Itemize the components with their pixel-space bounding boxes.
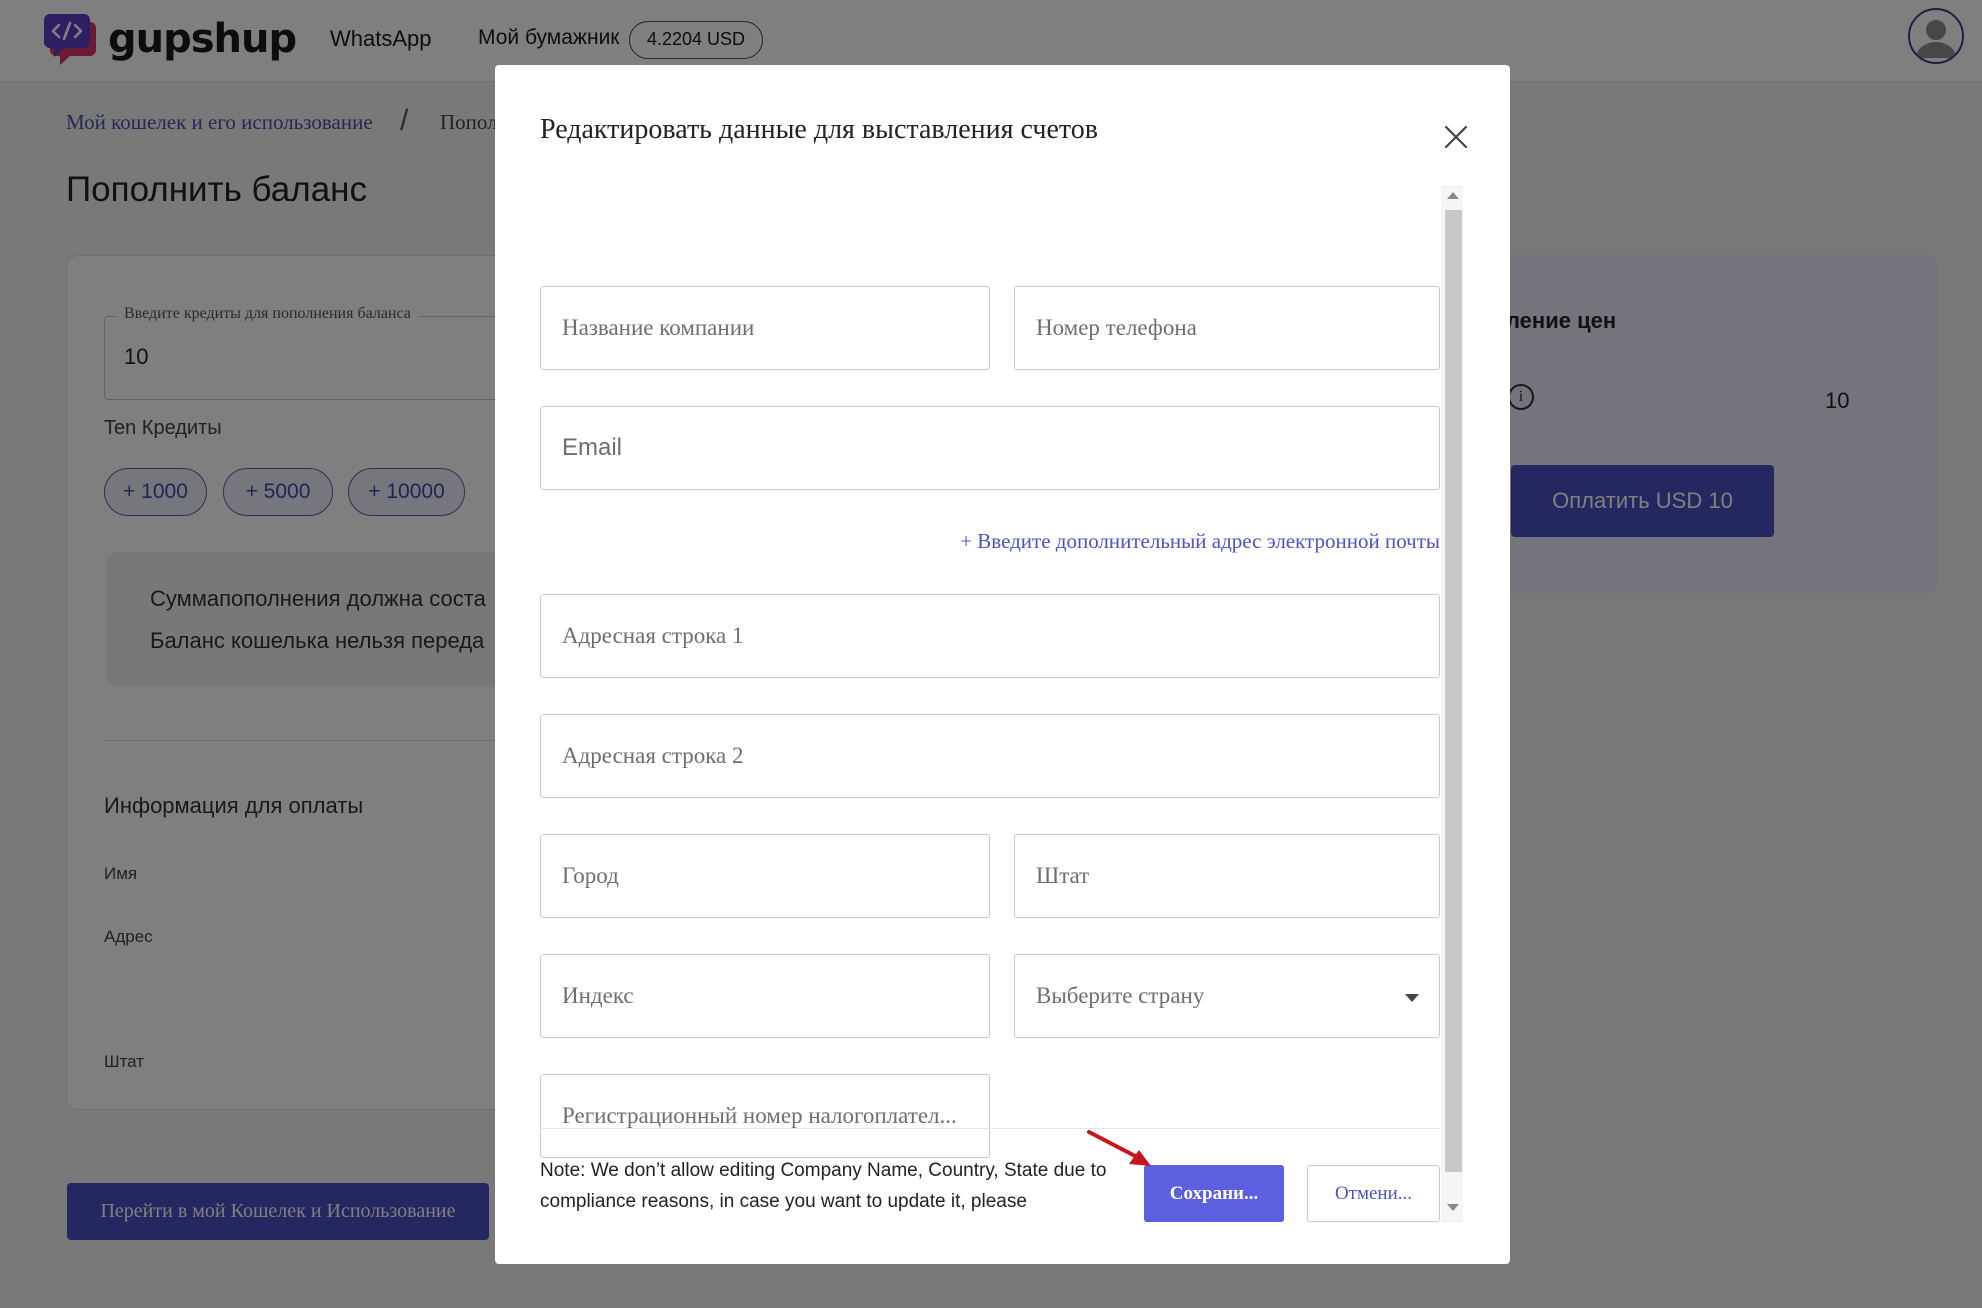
address-line-2-placeholder: Адресная строка 2 <box>562 743 744 768</box>
close-icon <box>1444 125 1468 149</box>
email-placeholder: Email <box>562 434 623 461</box>
city-input[interactable]: Город <box>540 834 990 918</box>
email-input[interactable]: Email <box>540 406 1440 490</box>
scroll-up-arrow-icon[interactable] <box>1447 192 1459 199</box>
address-line-1-placeholder: Адресная строка 1 <box>562 623 744 648</box>
company-name-placeholder: Название компании <box>562 315 755 340</box>
state-placeholder: Штат <box>1036 863 1090 888</box>
company-name-input[interactable]: Название компании <box>540 286 990 370</box>
close-button[interactable] <box>1436 117 1476 157</box>
zip-input[interactable]: Индекс <box>540 954 990 1038</box>
annotation-arrow-icon <box>1085 1128 1155 1173</box>
add-secondary-email-link[interactable]: + Введите дополнительный адрес электронн… <box>960 529 1440 554</box>
zip-placeholder: Индекс <box>562 983 634 1008</box>
compliance-note: Note: We don’t allow editing Company Nam… <box>540 1160 1107 1212</box>
country-select[interactable]: Выберите страну <box>1014 954 1440 1038</box>
address-line-1-input[interactable]: Адресная строка 1 <box>540 594 1440 678</box>
scroll-down-arrow-icon[interactable] <box>1447 1204 1459 1211</box>
city-placeholder: Город <box>562 863 619 888</box>
modal-form: Название компании Номер телефона Email +… <box>540 185 1466 1223</box>
modal-title: Редактировать данные для выставления сче… <box>540 114 1098 145</box>
tax-id-placeholder: Регистрационный номер налогоплател... <box>562 1103 957 1128</box>
dropdown-caret-icon <box>1405 994 1419 1002</box>
save-button[interactable]: Сохрани... <box>1144 1165 1284 1222</box>
cancel-button[interactable]: Отмени... <box>1307 1165 1440 1222</box>
tax-id-input[interactable]: Регистрационный номер налогоплател... <box>540 1074 990 1158</box>
state-input[interactable]: Штат <box>1014 834 1440 918</box>
billing-edit-modal: Редактировать данные для выставления сче… <box>495 65 1510 1264</box>
phone-input[interactable]: Номер телефона <box>1014 286 1440 370</box>
address-line-2-input[interactable]: Адресная строка 2 <box>540 714 1440 798</box>
phone-placeholder: Номер телефона <box>1036 315 1197 340</box>
country-placeholder: Выберите страну <box>1036 983 1205 1008</box>
modal-footer-divider <box>540 1128 1440 1129</box>
modal-scrollbar-thumb[interactable] <box>1445 210 1462 1172</box>
